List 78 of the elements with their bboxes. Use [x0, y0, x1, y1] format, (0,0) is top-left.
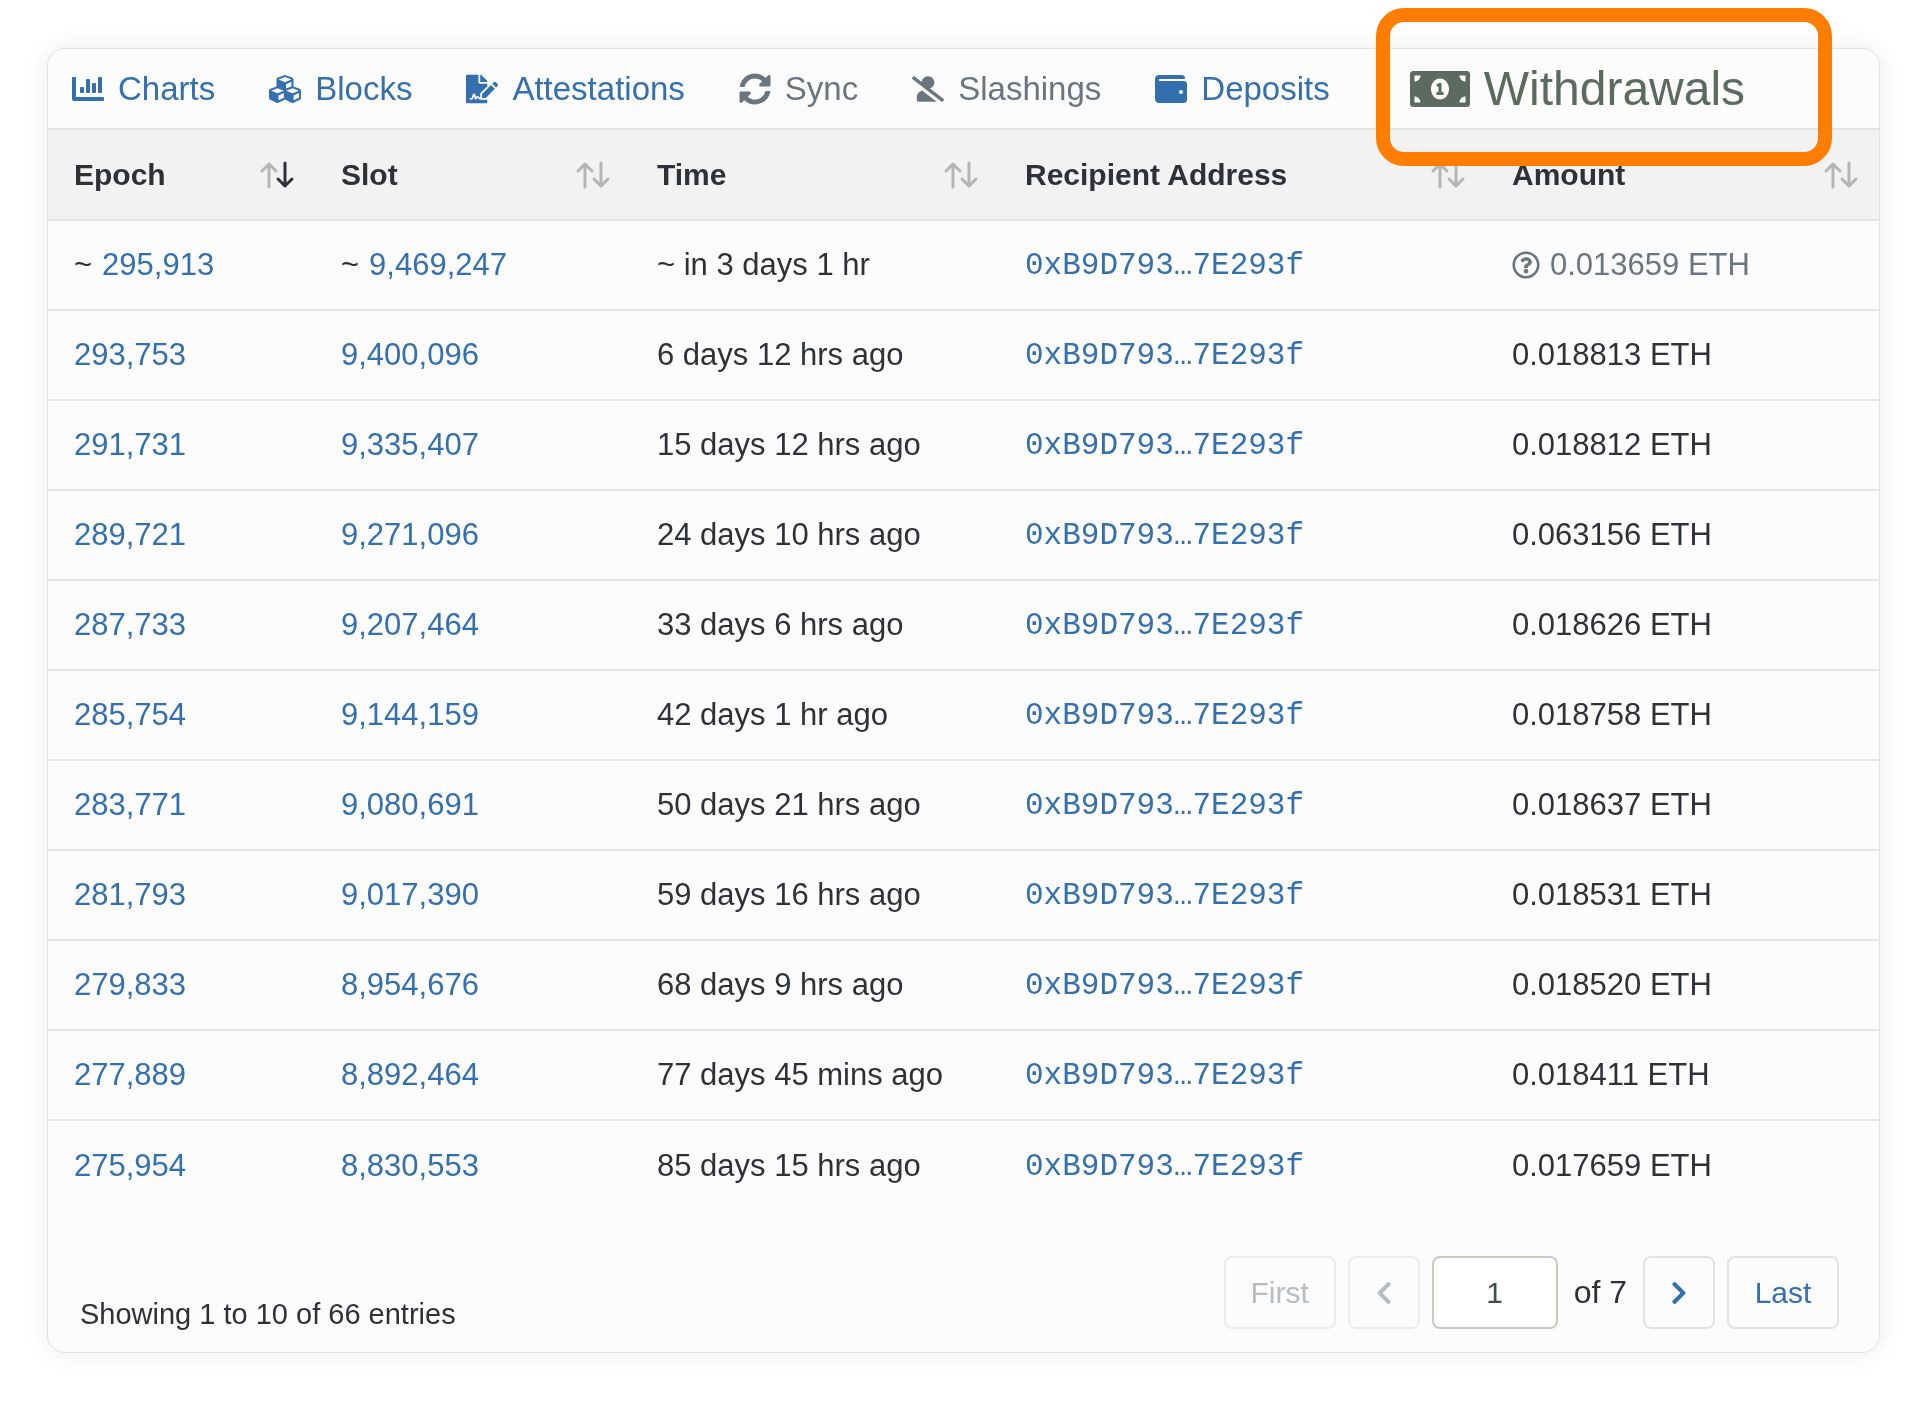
column-header: Time — [657, 157, 727, 192]
address-link[interactable]: 0xB9D793…7E293f — [1025, 697, 1305, 733]
epoch-link[interactable]: 295,913 — [102, 247, 215, 283]
amount-text: 0.017659 ETH — [1512, 1148, 1712, 1184]
slot-link[interactable]: 8,954,676 — [341, 967, 479, 1003]
slot-link[interactable]: 9,017,390 — [341, 877, 479, 913]
slot-link[interactable]: 9,469,247 — [369, 247, 508, 283]
address-link[interactable]: 0xB9D793…7E293f — [1025, 517, 1305, 553]
slot-link[interactable]: 9,335,407 — [341, 427, 479, 463]
epoch-link[interactable]: 281,793 — [74, 877, 187, 913]
page-count: of 7 — [1573, 1274, 1627, 1311]
table-cell-text: 59 days 16 hrs ago — [656, 877, 922, 913]
help-icon[interactable] — [1512, 251, 1540, 279]
next-button[interactable] — [1643, 1256, 1715, 1329]
approx-mark: ~ — [341, 247, 360, 283]
table-cell-text: 24 days 10 hrs ago — [656, 517, 922, 553]
table-cell-text: 50 days 21 hrs ago — [656, 787, 922, 823]
amount-text: 0.018411 ETH — [1512, 1057, 1710, 1093]
address-link[interactable]: 0xB9D793…7E293f — [1025, 247, 1305, 283]
epoch-link[interactable]: 293,753 — [74, 337, 187, 373]
tab[interactable]: Charts — [72, 69, 216, 108]
table-cell-text: 85 days 15 hrs ago — [656, 1148, 922, 1184]
table-cell-text: 15 days 12 hrs ago — [656, 427, 922, 463]
address-link[interactable]: 0xB9D793…7E293f — [1025, 1148, 1305, 1184]
page-input[interactable]: 1 — [1431, 1256, 1558, 1329]
sort-icon[interactable] — [259, 159, 295, 190]
amount-text: 0.018626 ETH — [1512, 607, 1712, 643]
amount-text: 0.018812 ETH — [1512, 427, 1712, 463]
sync-icon — [738, 72, 771, 105]
tab[interactable]: Withdrawals — [1409, 58, 1746, 119]
table-cell-text: 33 days 6 hrs ago — [656, 607, 905, 643]
table-cell-text: 68 days 9 hrs ago — [656, 967, 905, 1003]
epoch-link[interactable]: 277,889 — [74, 1057, 187, 1093]
signed-document-icon — [466, 72, 499, 105]
address-link[interactable]: 0xB9D793…7E293f — [1025, 427, 1305, 463]
amount-text: 0.018637 ETH — [1512, 787, 1712, 823]
column-header: Epoch — [74, 157, 166, 192]
entries-summary: Showing 1 to 10 of 66 entries — [80, 1298, 456, 1331]
amount-text: 0.018520 ETH — [1512, 967, 1712, 1003]
cubes-icon — [269, 72, 302, 105]
slot-link[interactable]: 9,080,691 — [341, 787, 479, 823]
wallet-icon — [1155, 72, 1188, 105]
tab[interactable]: Deposits — [1155, 69, 1330, 108]
address-link[interactable]: 0xB9D793…7E293f — [1025, 787, 1305, 823]
slot-link[interactable]: 9,207,464 — [341, 607, 479, 643]
column-header: Recipient Address — [1025, 157, 1288, 192]
table-cell-text: ~ in 3 days 1 hr — [656, 247, 871, 283]
address-link[interactable]: 0xB9D793…7E293f — [1025, 877, 1305, 913]
amount-text: 0.063156 ETH — [1512, 517, 1712, 553]
address-link[interactable]: 0xB9D793…7E293f — [1025, 967, 1305, 1003]
address-link[interactable]: 0xB9D793…7E293f — [1025, 607, 1305, 643]
slot-link[interactable]: 9,271,096 — [341, 517, 479, 553]
slot-link[interactable]: 8,892,464 — [341, 1057, 479, 1093]
epoch-link[interactable]: 283,771 — [74, 787, 187, 823]
tab[interactable]: Blocks — [269, 69, 413, 108]
table-cell-text: 42 days 1 hr ago — [656, 697, 889, 733]
address-link[interactable]: 0xB9D793…7E293f — [1025, 1057, 1305, 1093]
epoch-link[interactable]: 289,721 — [74, 517, 187, 553]
last-button[interactable]: Last — [1727, 1256, 1839, 1329]
tab[interactable]: Attestations — [466, 69, 685, 108]
approx-mark: ~ — [74, 247, 93, 283]
epoch-link[interactable]: 291,731 — [74, 427, 187, 463]
epoch-link[interactable]: 275,954 — [74, 1148, 187, 1184]
epoch-link[interactable]: 287,733 — [74, 607, 187, 643]
slot-link[interactable]: 9,144,159 — [341, 697, 479, 733]
slot-link[interactable]: 8,830,553 — [341, 1148, 479, 1184]
column-header: Slot — [341, 157, 398, 192]
table-cell-text: 6 days 12 hrs ago — [656, 337, 905, 373]
amount-text: 0.018813 ETH — [1512, 337, 1712, 373]
amount-text: 0.018758 ETH — [1512, 697, 1712, 733]
slot-link[interactable]: 9,400,096 — [341, 337, 479, 373]
table-cell-text: 77 days 45 mins ago — [656, 1057, 945, 1093]
address-link[interactable]: 0xB9D793…7E293f — [1025, 337, 1305, 373]
epoch-link[interactable]: 279,833 — [74, 967, 187, 1003]
amount-text: 0.018531 ETH — [1512, 877, 1712, 913]
column-header: Amount — [1512, 157, 1626, 192]
amount-text: 0.013659 ETH — [1550, 247, 1750, 283]
epoch-link[interactable]: 285,754 — [74, 697, 187, 733]
